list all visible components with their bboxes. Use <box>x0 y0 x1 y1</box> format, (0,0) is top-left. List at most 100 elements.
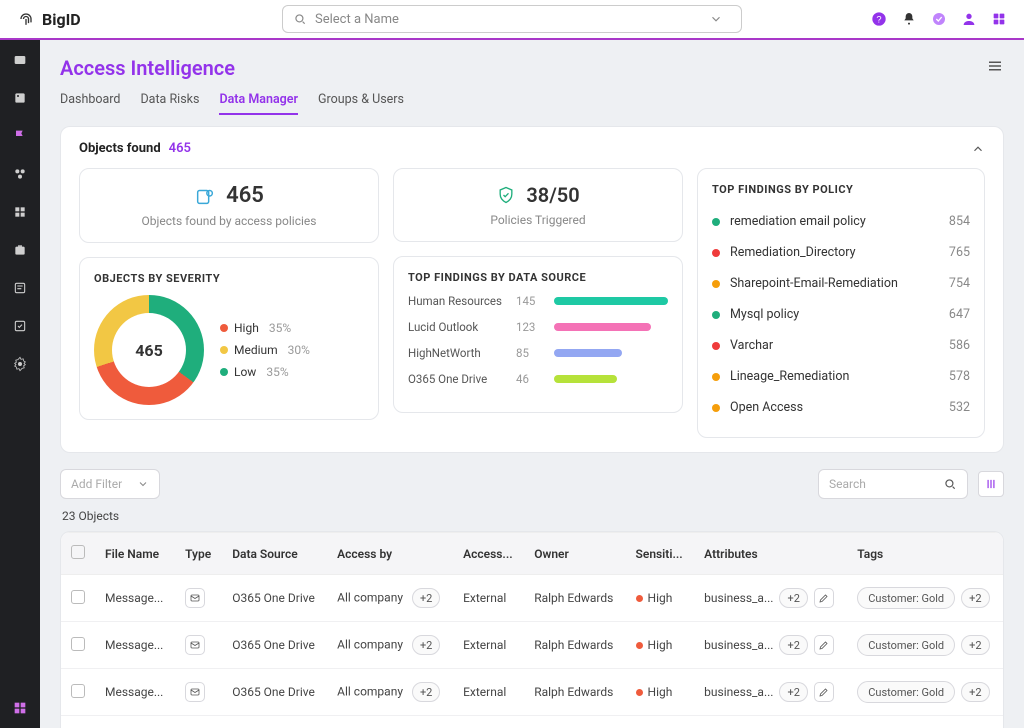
sidebar-item-5[interactable] <box>10 202 30 222</box>
sidebar-item-6[interactable] <box>10 240 30 260</box>
sidebar-item-flag[interactable] <box>10 126 30 146</box>
apps-icon[interactable] <box>990 10 1008 28</box>
attr-more-badge[interactable]: +2 <box>779 682 807 702</box>
search-icon <box>943 477 957 491</box>
check-badge-icon[interactable] <box>930 10 948 28</box>
accessby-more-badge[interactable]: +2 <box>412 635 440 655</box>
tab-data-manager[interactable]: Data Manager <box>219 86 298 115</box>
sidebar-item-1[interactable] <box>10 50 30 70</box>
tag-more-badge[interactable]: +2 <box>961 588 989 608</box>
tab-groups-users[interactable]: Groups & Users <box>318 86 404 115</box>
policy-row[interactable]: remediation email policy854 <box>712 206 970 237</box>
cell-tags: Customer: Gold +2 <box>847 575 1003 622</box>
table-row[interactable]: Message...O365 One DriveAll company +2Ex… <box>61 669 1003 716</box>
page-title: Access Intelligence <box>60 56 235 80</box>
policy-row[interactable]: Mysql policy647 <box>712 299 970 330</box>
tag-pill[interactable]: Customer: Gold <box>857 634 955 656</box>
cell-accessby: All company +2 <box>327 716 453 728</box>
tab-data-risks[interactable]: Data Risks <box>140 86 199 115</box>
objects-stat-sub: Objects found by access policies <box>142 214 317 228</box>
bell-icon[interactable] <box>900 10 918 28</box>
help-icon[interactable]: ? <box>870 10 888 28</box>
datasource-row: O365 One Drive46 <box>408 372 668 386</box>
cell-owner: Ralph Edwards <box>524 716 625 728</box>
columns-button[interactable] <box>978 471 1004 497</box>
cell-filename: Message... <box>95 575 175 622</box>
cell-datasource: O365 One Drive <box>222 575 327 622</box>
severity-title: OBJECTS BY SEVERITY <box>94 272 364 285</box>
cell-accessby: All company +2 <box>327 622 453 669</box>
edit-icon[interactable] <box>814 682 834 702</box>
tab-dashboard[interactable]: Dashboard <box>60 86 120 115</box>
col-data-source[interactable]: Data Source <box>222 533 327 575</box>
datasource-row: Lucid Outlook123 <box>408 320 668 334</box>
sidebar-item-8[interactable] <box>10 316 30 336</box>
object-count-label: 23 Objects <box>62 509 1004 523</box>
datasource-row: HighNetWorth85 <box>408 346 668 360</box>
edit-icon[interactable] <box>814 588 834 608</box>
severity-legend-item: Low35% <box>220 365 310 379</box>
page-title-row: Access Intelligence <box>60 56 1004 80</box>
objects-found-header[interactable]: Objects found 465 <box>79 141 985 156</box>
search-icon <box>293 12 307 26</box>
policies-sub: Policies Triggered <box>490 213 585 227</box>
hamburger-icon[interactable] <box>986 56 1004 80</box>
tag-more-badge[interactable]: +2 <box>961 682 989 702</box>
cell-type <box>175 669 222 716</box>
user-icon[interactable] <box>960 10 978 28</box>
fingerprint-icon <box>16 9 36 29</box>
objects-found-label: Objects found <box>79 141 161 156</box>
cell-attributes: business_a... +2 <box>694 669 847 716</box>
sidebar-item-settings[interactable] <box>10 354 30 374</box>
row-checkbox[interactable] <box>71 684 85 698</box>
cell-sensitivity: High <box>626 716 695 728</box>
row-checkbox[interactable] <box>71 590 85 604</box>
cell-tags: Customer: Gold +2 <box>847 716 1003 728</box>
policy-icon <box>194 185 216 207</box>
cell-type <box>175 622 222 669</box>
policy-row[interactable]: Lineage_Remediation578 <box>712 361 970 392</box>
table-row[interactable]: Message...O365 One DriveAll company +2Ex… <box>61 622 1003 669</box>
edit-icon[interactable] <box>814 635 834 655</box>
policy-row[interactable]: Remediation_Directory765 <box>712 237 970 268</box>
objects-found-count: 465 <box>169 141 191 156</box>
policy-row[interactable]: Open Access532 <box>712 392 970 423</box>
col-attributes[interactable]: Attributes <box>694 533 847 575</box>
objects-found-panel: Objects found 465 465 Objects found by a… <box>60 126 1004 453</box>
cell-tags: Customer: Gold +2 <box>847 669 1003 716</box>
accessby-more-badge[interactable]: +2 <box>412 588 440 608</box>
col-access-[interactable]: Access... <box>453 533 524 575</box>
policy-row[interactable]: Sharepoint-Email-Remediation754 <box>712 268 970 299</box>
table-row[interactable]: Message...O365 One DriveAll company +2Ex… <box>61 716 1003 728</box>
sidebar-item-4[interactable] <box>10 164 30 184</box>
col-file-name[interactable]: File Name <box>95 533 175 575</box>
row-checkbox[interactable] <box>71 637 85 651</box>
tag-more-badge[interactable]: +2 <box>961 635 989 655</box>
tag-pill[interactable]: Customer: Gold <box>857 587 955 609</box>
col-owner[interactable]: Owner <box>524 533 625 575</box>
attr-more-badge[interactable]: +2 <box>779 635 807 655</box>
tag-pill[interactable]: Customer: Gold <box>857 681 955 703</box>
cell-owner: Ralph Edwards <box>524 622 625 669</box>
accessby-more-badge[interactable]: +2 <box>412 682 440 702</box>
shield-check-icon <box>496 185 516 205</box>
cell-attributes: business_a... +2 <box>694 575 847 622</box>
name-select[interactable]: Select a Name <box>282 5 742 33</box>
table-row[interactable]: Message...O365 One DriveAll company +2Ex… <box>61 575 1003 622</box>
sidebar-item-2[interactable] <box>10 88 30 108</box>
severity-legend: High35%Medium30%Low35% <box>220 321 310 379</box>
sidebar-item-apps-bottom[interactable] <box>10 698 30 718</box>
select-all-checkbox[interactable] <box>71 545 85 559</box>
sidebar-item-7[interactable] <box>10 278 30 298</box>
policy-row[interactable]: Varchar586 <box>712 330 970 361</box>
topbar: BigID Select a Name ? <box>0 0 1024 40</box>
col-access-by[interactable]: Access by <box>327 533 453 575</box>
cell-sensitivity: High <box>626 669 695 716</box>
col-type[interactable]: Type <box>175 533 222 575</box>
chevron-up-icon <box>971 142 985 156</box>
add-filter-button[interactable]: Add Filter <box>60 469 160 499</box>
col-sensiti-[interactable]: Sensiti... <box>626 533 695 575</box>
search-input[interactable]: Search <box>818 469 968 499</box>
col-tags[interactable]: Tags <box>847 533 1003 575</box>
attr-more-badge[interactable]: +2 <box>779 588 807 608</box>
